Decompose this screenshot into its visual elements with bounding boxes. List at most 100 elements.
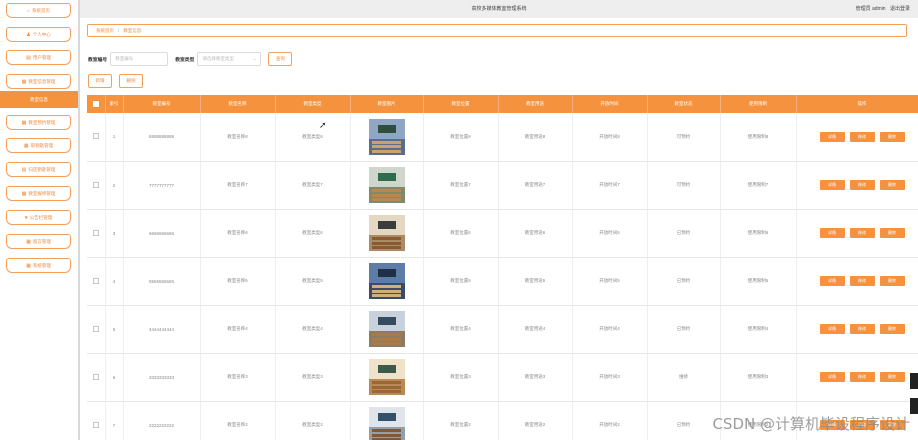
sidebar-item[interactable]: ⌂ 系统首页 [6,3,71,18]
room-no-input[interactable]: 教室编号 [110,52,169,66]
edit-button[interactable]: 修改 [849,228,875,238]
detail-button[interactable]: 详情 [819,228,845,238]
row-select-cell[interactable] [87,401,106,440]
doc-icon: ▤ [21,166,27,173]
select-all-checkbox[interactable] [87,95,106,113]
top-bar: 高校多媒体教室管理系统 管理员 admin 退出登录 [80,0,918,18]
row-checkbox[interactable] [92,325,99,332]
row-select-cell[interactable] [87,209,106,257]
classroom-photo-cell [350,161,424,209]
cell-name: 教室名称5 [200,257,276,305]
row-checkbox[interactable] [92,421,99,428]
row-checkbox[interactable] [92,229,99,236]
delete-button[interactable]: 删除 [879,180,905,190]
mouse-cursor-icon: ➚ [319,120,327,130]
row-checkbox[interactable] [92,277,99,284]
cell-name: 教室名称2 [200,401,276,440]
search-button[interactable]: 查询 [268,52,293,66]
row-checkbox[interactable] [92,133,99,140]
cell-index: 7 [105,401,124,440]
sidebar-item[interactable]: ♥ 公告栏管理 [6,210,71,225]
cell-no: 2222222222 [123,401,201,440]
breadcrumb-home[interactable]: 系统首页 [96,28,114,34]
cell-type: 教室类型3 [275,353,351,401]
photo-board [377,365,396,374]
table-row: 2 7777777777 教室名称7 教室类型7 教室位置7 教室用途7 开放时间7 可预约使… [87,161,918,209]
cell-no: 7777777777 [123,161,201,209]
operation-buttons: 详情 修改 删除 [797,372,918,382]
cell-limit: 使用限制6 [720,209,797,257]
cell-type: 教室类型4 [275,305,351,353]
cell-name: 教室名称8 [200,113,276,161]
row-select-cell[interactable] [87,305,106,353]
detail-button[interactable]: 详情 [819,180,845,190]
row-select-cell[interactable] [87,257,106,305]
edit-button[interactable]: 修改 [849,131,875,142]
sidebar-item[interactable]: ▦ 教室预约管理 [6,115,71,130]
sidebar-item[interactable]: ▦ 留言管理 [6,234,71,249]
delete-button[interactable]: 删除 [879,131,905,142]
row-checkbox[interactable] [92,373,99,380]
sidebar-item-label: 个人中心 [32,31,51,37]
edit-button[interactable]: 修改 [849,276,875,286]
row-select-cell[interactable] [87,353,106,401]
calendar-icon: ▦ [21,119,27,126]
detail-button[interactable]: 详情 [819,372,845,382]
cell-status: 已预约 [647,305,721,353]
detail-button[interactable]: 详情 [819,324,845,334]
classroom-photo-cell [350,209,424,257]
room-type-label: 教室类型 [175,57,195,63]
column-header: 教室状态 [647,95,721,113]
edit-button[interactable]: 修改 [849,372,875,382]
edit-button[interactable]: 修改 [849,324,875,334]
sidebar-item[interactable]: ♟ 个人中心 [6,27,71,42]
photo-desk [372,289,401,293]
row-checkbox[interactable] [92,181,99,188]
column-header: 教室类型 [275,95,351,113]
sidebar-item-label: 取钥匙管理 [30,142,54,148]
delete-button[interactable]: 删除 [879,228,905,238]
sidebar-item[interactable]: ▦ 系统管理 [6,258,71,273]
add-button[interactable]: 新增 [88,74,112,88]
sidebar-item[interactable]: ▦ 教室报修管理 [6,186,71,201]
sidebar-item-label: 系统首页 [32,7,51,13]
row-select-cell[interactable] [87,161,106,209]
delete-button[interactable]: 删除 [879,276,905,286]
cell-limit: 使用限制5 [720,257,797,305]
column-header: 操作 [796,95,918,113]
delete-button[interactable]: 删除 [879,372,905,382]
cell-name: 教室名称3 [200,353,276,401]
watermark: CSDN @计算机毕设程序设计 [712,415,910,433]
row-select-cell[interactable] [87,113,106,161]
edit-button[interactable]: 修改 [849,180,875,190]
detail-button[interactable]: 详情 [819,131,845,142]
column-header: 教室图片 [350,95,424,113]
breadcrumb-separator: / [118,28,120,33]
sidebar-item[interactable]: ▤ 归还钥匙管理 [6,162,71,177]
sidebar-item[interactable]: 教室信息 [0,91,78,108]
cell-loc: 教室位置8 [423,113,499,161]
table-row: 4 5555555555 教室名称5 教室类型5 教室位置5 教室用途5 开放时间5 已预约使… [87,257,918,305]
user-icon: ♟ [26,31,31,38]
logout-link[interactable]: 退出登录 [890,6,910,12]
room-type-select[interactable]: 请选择教室类型 ⌄ [197,52,262,66]
batch-delete-button[interactable]: 删除 [119,74,143,88]
classroom-photo-cell [350,257,424,305]
sidebar-item[interactable]: ▦ 取钥匙管理 [6,138,71,153]
classroom-photo-cell [350,113,424,161]
column-header: 教室编号 [123,95,201,113]
photo-desk [372,389,401,393]
delete-button[interactable]: 删除 [879,324,905,334]
sidebar-item[interactable]: ▤ 用户管理 [6,50,71,65]
table-row: 1 8888888888 教室名称8 教室类型8 教室位置8 教室用途8 开放时间8 可预约使… [87,113,918,161]
operation-buttons: 详情 修改 删除 [797,180,918,190]
detail-button[interactable]: 详情 [819,276,845,286]
cell-status: 维修 [647,353,721,401]
photo-desk [372,333,401,337]
photo-desk [372,149,401,153]
sidebar-item[interactable]: ▦ 教室信息管理 [6,74,71,89]
edge-artifact [910,373,918,389]
photo-desk [372,385,401,389]
cell-limit: 使用限制3 [720,353,797,401]
sidebar-item-label: 教室报修管理 [28,190,56,196]
